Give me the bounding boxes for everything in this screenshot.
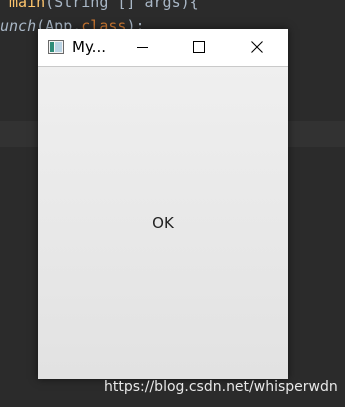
watermark: https://blog.csdn.net/whisperwdn	[104, 379, 338, 395]
code-method-name: main	[9, 0, 46, 11]
close-icon	[251, 41, 263, 53]
application-window-icon[interactable]	[48, 39, 64, 54]
window-content: OK	[38, 66, 288, 379]
code-text: (String [] args){	[45, 0, 199, 11]
window-title: My...	[72, 38, 106, 56]
close-button[interactable]	[234, 29, 280, 65]
code-line: main(String [] args){	[0, 0, 199, 11]
minimize-button[interactable]	[120, 29, 166, 65]
code-method-call: unch	[0, 17, 37, 35]
maximize-icon	[193, 41, 205, 53]
app-window: My... OK	[38, 29, 288, 379]
maximize-button[interactable]	[176, 29, 222, 65]
ok-button[interactable]: OK	[38, 67, 288, 379]
minimize-icon	[137, 47, 148, 48]
window-titlebar[interactable]: My...	[38, 29, 288, 65]
